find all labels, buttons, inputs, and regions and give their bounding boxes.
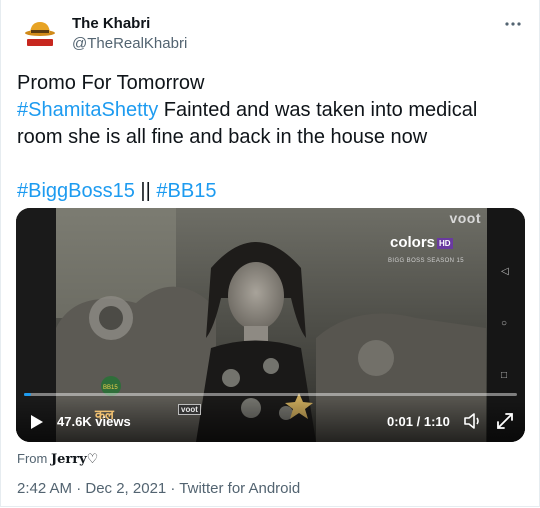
hashtag-biggboss15[interactable]: #BiggBoss15 <box>17 180 135 202</box>
tweet-line-1: Promo For Tomorrow <box>17 72 205 94</box>
view-count: 47.6K views <box>57 414 131 429</box>
video-player[interactable]: BB15 voot colors HD BIGG BOSS SEASON 15 ◁… <box>16 208 525 442</box>
tweet-text: Promo For Tomorrow #ShamitaShetty Fainte… <box>17 70 525 205</box>
author-name[interactable]: The Khabri <box>72 15 150 32</box>
play-icon <box>31 415 43 429</box>
play-button[interactable] <box>30 414 44 430</box>
video-time: 0:01 / 1:10 <box>387 414 450 429</box>
video-attribution: From Jerry♡ <box>17 451 98 467</box>
season-label: BIGG BOSS SEASON 15 <box>388 258 464 264</box>
attribution-prefix: From <box>17 451 51 466</box>
recents-nav-icon: □ <box>501 370 508 381</box>
volume-button[interactable] <box>463 412 483 430</box>
khabri-logo-icon <box>16 12 64 60</box>
hashtag-bb15[interactable]: #BB15 <box>156 180 216 202</box>
more-button[interactable] <box>503 14 523 34</box>
tweet-timestamp[interactable]: 2:42 AM · Dec 2, 2021 · Twitter for Andr… <box>17 480 300 497</box>
back-nav-icon: ◁ <box>501 266 509 277</box>
home-nav-icon: ○ <box>501 318 508 329</box>
voot-badge: voot <box>178 404 201 415</box>
author-handle[interactable]: @TheRealKhabri <box>72 35 187 52</box>
avatar[interactable] <box>16 12 64 60</box>
video-progress-bar[interactable] <box>24 393 517 396</box>
volume-icon <box>464 413 479 429</box>
fullscreen-icon <box>497 413 513 429</box>
fullscreen-button[interactable] <box>496 412 514 430</box>
hd-badge: HD <box>437 237 453 249</box>
colors-logo: colors HD <box>390 234 453 251</box>
tweet-card: The Khabri @TheRealKhabri Promo For Tomo… <box>0 0 540 507</box>
channel-name: colors <box>390 234 436 251</box>
svg-text:BB15: BB15 <box>103 385 118 391</box>
attribution-source[interactable]: Jerry♡ <box>51 452 98 467</box>
more-dots-icon <box>505 22 521 26</box>
hashtag-shamitashetty[interactable]: #ShamitaShetty <box>17 99 158 121</box>
video-progress-fill <box>24 393 31 396</box>
hashtag-separator: || <box>134 180 157 202</box>
voot-watermark: voot <box>449 210 481 226</box>
